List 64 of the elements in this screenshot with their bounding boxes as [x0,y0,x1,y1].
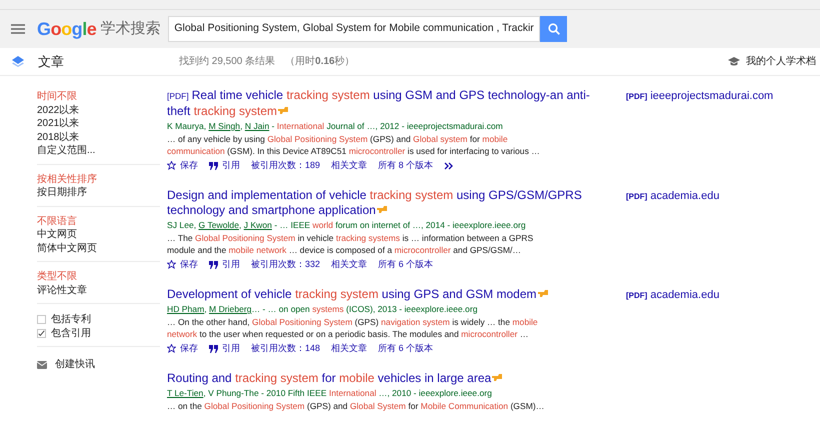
scholar-title: 学术搜索 [100,18,160,39]
filter-option[interactable]: 2018以来 [37,130,160,144]
star-icon [167,260,176,269]
save-link[interactable]: 保存 [167,258,198,272]
filter-option[interactable]: 按日期排序 [37,186,160,200]
mail-icon [37,360,47,368]
result-title[interactable]: Design and implementation of vehicle tracking system using GPS/GSM/GPRS technology and smartphone application [167,188,612,218]
more-icon[interactable] [444,162,454,170]
filter-option[interactable]: 评论性文章 [37,284,160,297]
result-title[interactable]: [PDF] Real time vehicle tracking system using GSM and GPS technology-an anti-theft tracking system [167,88,612,119]
section-title: 文章 [38,52,64,71]
result-action-link[interactable]: 相关文章 [331,342,368,356]
pdf-source-link[interactable]: [PDF] academia.edu [626,287,720,304]
filter-option[interactable]: 按相关性排序 [37,172,160,186]
result-action-link[interactable]: 相关文章 [331,258,368,272]
search-button[interactable] [540,16,568,42]
filter-option[interactable]: 简体中文网页 [37,242,160,255]
filter-option[interactable]: 中文网页 [37,228,160,242]
result-authors: HD Pham, M Drieberg… - … on open systems (ICOS), 2013 - ieeexplore.ieee.org [167,303,478,315]
result-action-link[interactable]: 相关文章 [331,158,368,172]
save-link[interactable]: 保存 [167,342,198,356]
result-action-link[interactable]: 被引用次数：189 [251,158,320,172]
cite-link[interactable]: 引用 [209,258,240,272]
result-authors: SJ Lee, G Tewolde, J Kwon - … IEEE world forum on internet of …, 2014 - ieeexplore.ieee.org [167,219,527,231]
star-icon [167,344,176,353]
checkbox-label[interactable]: 包含引用 [51,326,91,340]
profile-link[interactable]: 我的个人学术档 [746,54,816,69]
graduation-cap-icon [728,56,740,66]
checkbox[interactable] [37,328,46,338]
checkbox-label[interactable]: 包括专利 [51,312,91,326]
save-link[interactable]: 保存 [167,158,198,172]
filter-option[interactable]: 2021以来 [37,117,160,130]
filter-option[interactable]: 不限语言 [37,214,160,228]
result-action-link[interactable]: 所有 6 个版本 [378,258,434,272]
result-authors: T Le-Tien, V Phung-The - 2010 Fifth IEEE International …, 2010 - ieeexplore.ieee.org [167,387,493,399]
result-count: 找到约 29,500 条结果 （用时0.16秒） [179,54,355,69]
layers-icon [12,56,24,67]
result-snippet: … On the other hand, Global Positioning System (GPS) navigation system is widely … the mobile network to the user when requested or on a periodic basis. The modules and microcontroller … [167,316,539,340]
search-icon [548,23,560,35]
filter-option[interactable]: 自定义范围... [37,144,160,158]
pdf-source-link[interactable]: [PDF] academia.edu [626,188,720,204]
result-snippet: … of any vehicle by using Global Positioning System (GPS) and Global system for mobile communication (GSM). In this Device AT89C51 microcontroller is used for interfacing to various … [167,133,541,157]
pdf-source-link[interactable]: [PDF] ieeeprojectsmadurai.com [626,88,774,104]
star-icon [167,161,176,170]
result-snippet: … on the Global Positioning System (GPS) and Global System for Mobile Communication (GSM)… [167,400,546,412]
quote-icon [209,260,218,268]
result-action-link[interactable]: 所有 8 个版本 [378,158,434,172]
cite-link[interactable]: 引用 [209,158,240,172]
filter-option[interactable]: 类型不限 [37,270,160,284]
quote-icon [209,344,218,352]
search-field[interactable]: Global Positioning System, Global System for Mobile communication , Trackir [168,16,540,42]
result-snippet: … The Global Positioning System in vehicle tracking systems is … information between a GPRS module and the mobile network … device is composed of a microcontroller and GPS/GSM/… [167,232,534,256]
result-authors: K Maurya, M Singh, N Jain - International Journal of …, 2012 - ieeeprojectsmadurai.com [167,120,504,132]
result-action-link[interactable]: 被引用次数：332 [251,258,320,272]
result-title[interactable]: Routing and tracking system for mobile vehicles in large area [167,371,612,386]
menu-icon[interactable] [11,24,25,34]
result-action-link[interactable]: 被引用次数：148 [251,342,320,356]
filter-option[interactable]: 时间不限 [37,90,160,104]
create-alert-link[interactable]: 创建快讯 [55,357,95,372]
result-action-link[interactable]: 所有 6 个版本 [378,342,434,356]
quote-icon [209,162,218,170]
filter-option[interactable]: 2022以来 [37,104,160,117]
result-title[interactable]: Development of vehicle tracking system using GPS and GSM modem [167,287,612,302]
cite-link[interactable]: 引用 [209,342,240,356]
